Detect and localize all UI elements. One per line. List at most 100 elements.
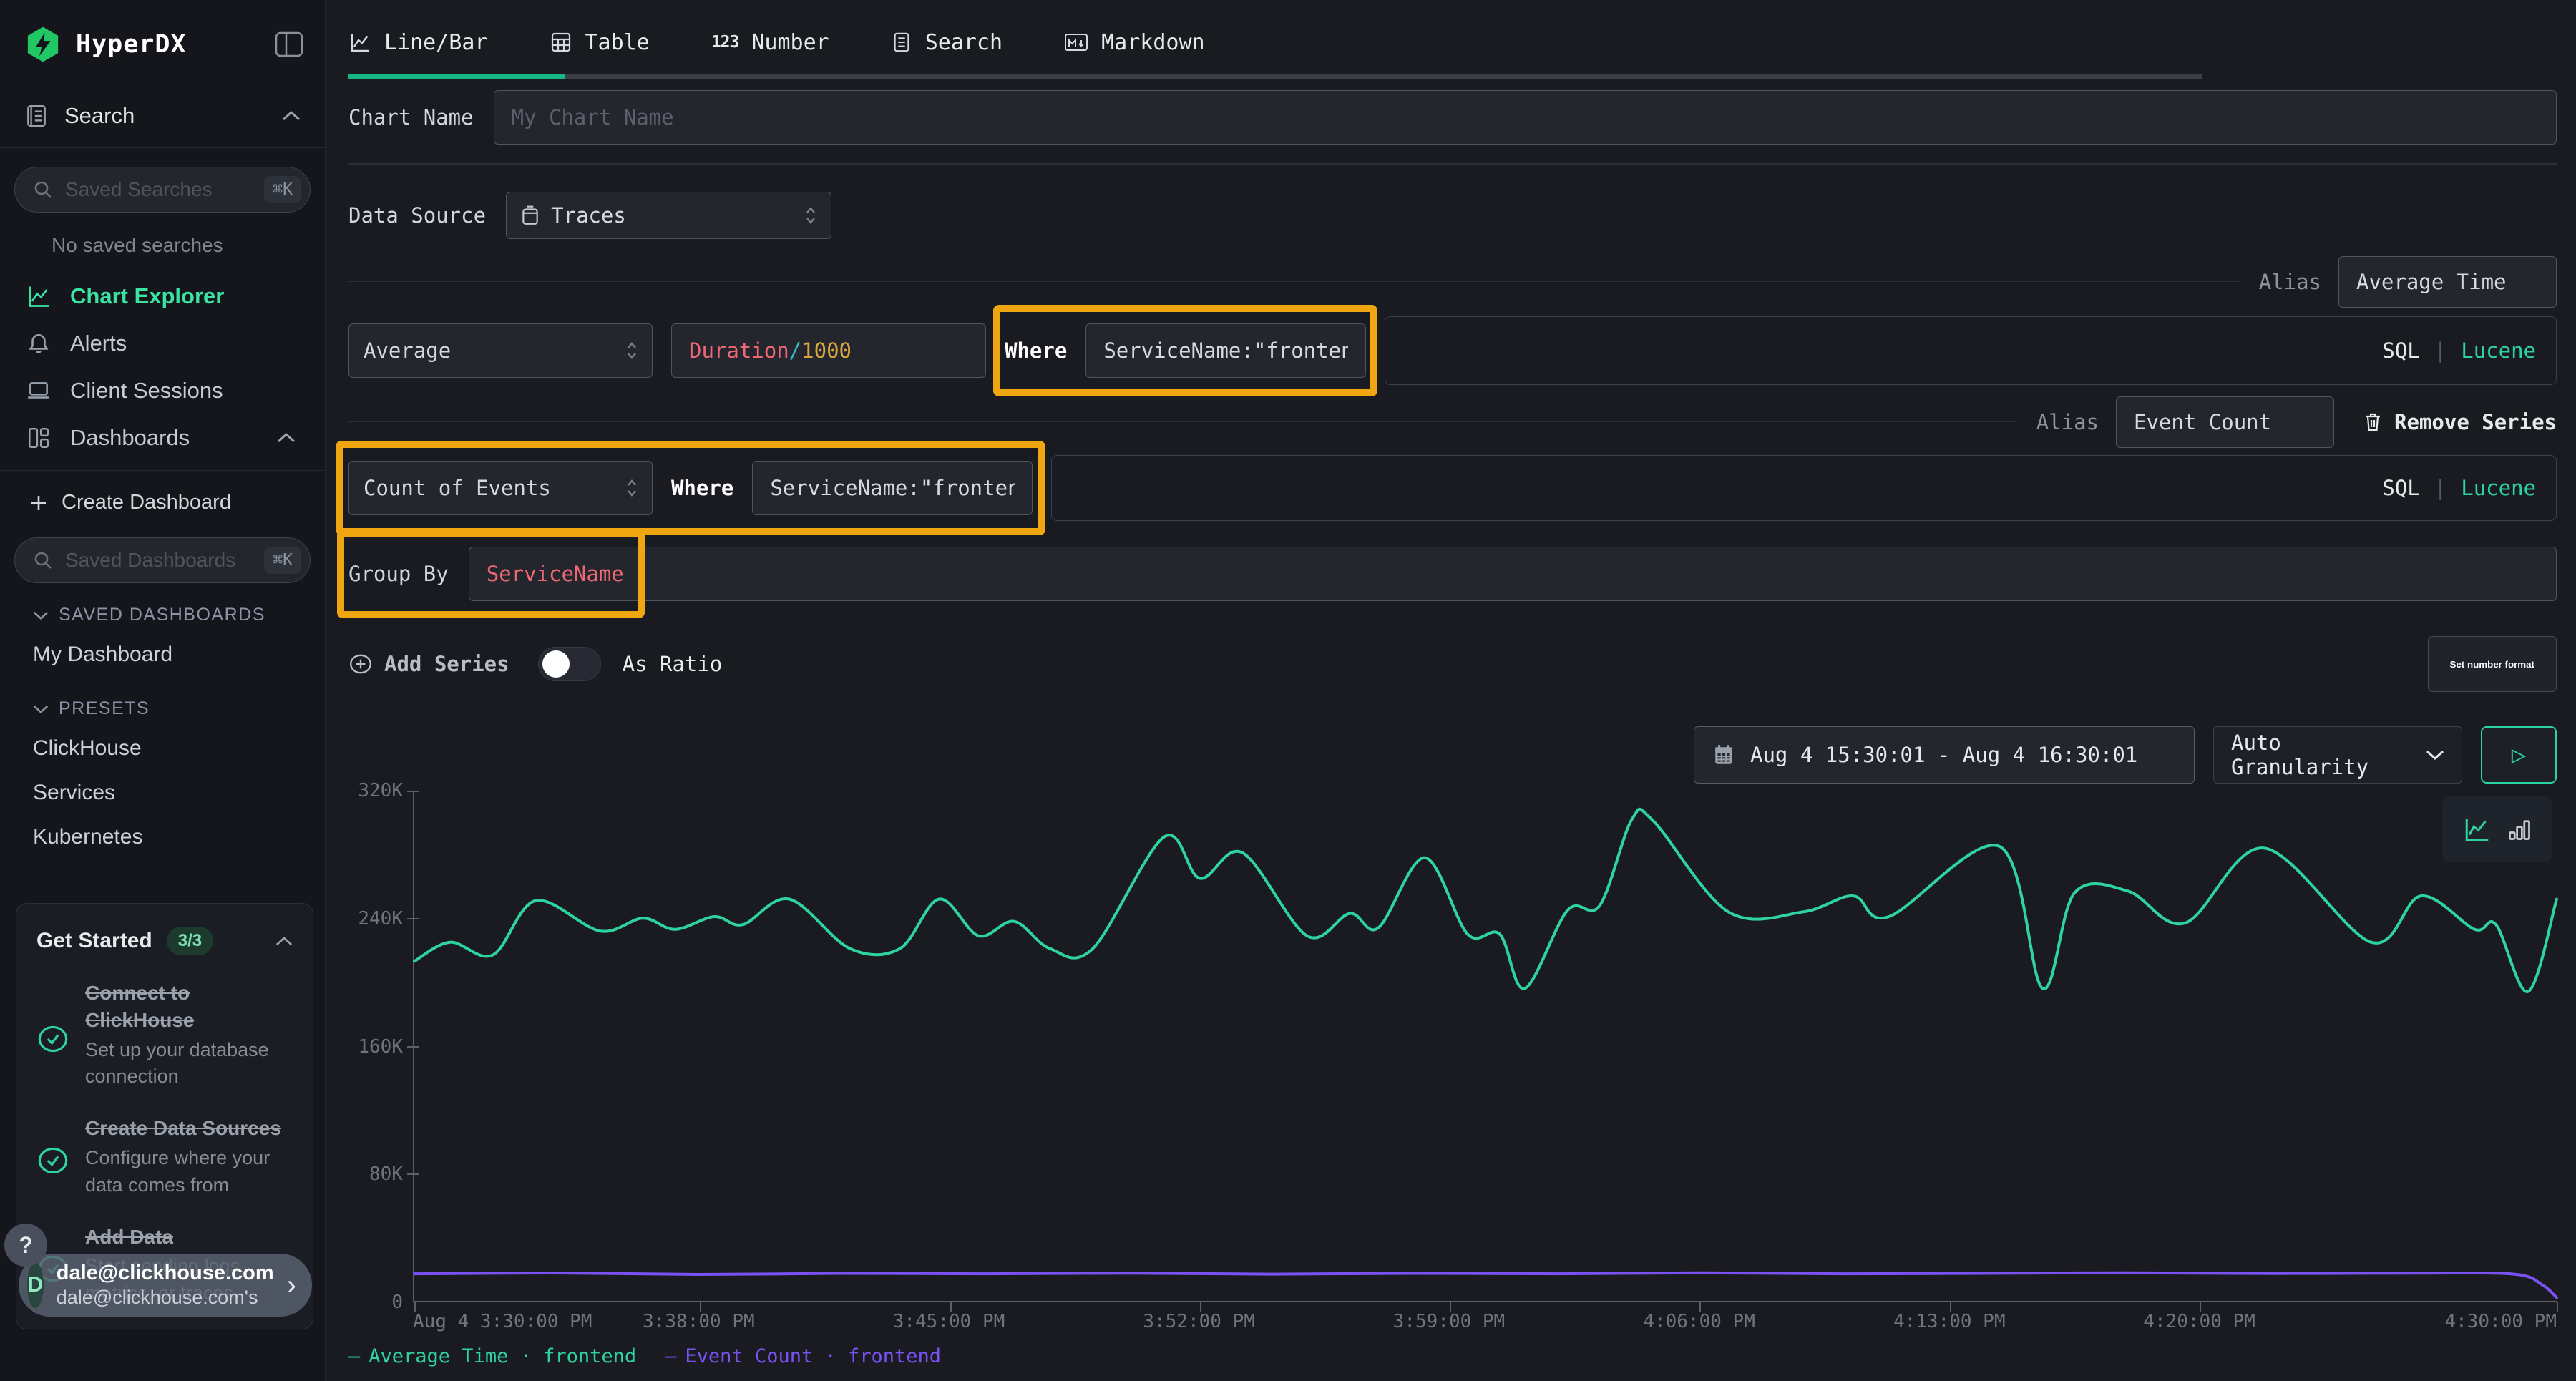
saved-searches-field[interactable] — [65, 178, 253, 201]
series1-query-editor[interactable]: SQL | Lucene — [1385, 316, 2557, 385]
alias-label: Alias — [2036, 410, 2099, 434]
date-range-picker[interactable]: Aug 4 15:30:01 - Aug 4 16:30:01 — [1694, 726, 2195, 784]
sidebar-item-kubernetes[interactable]: Kubernetes — [0, 815, 325, 859]
data-source-row: Data Source Traces — [348, 192, 2557, 239]
bar-chart-icon[interactable] — [2507, 816, 2532, 842]
as-ratio-toggle[interactable] — [538, 647, 601, 681]
series2-alias-input[interactable] — [2116, 396, 2334, 448]
add-series-button[interactable]: Add Series — [348, 652, 509, 676]
sidebar-item-dashboards[interactable]: Dashboards — [0, 414, 325, 462]
user-menu[interactable]: D dale@clickhouse.com dale@clickhouse.co… — [19, 1254, 312, 1317]
x-tick-label: 3:59:00 PM — [1393, 1311, 1506, 1332]
line-chart-icon[interactable] — [2462, 815, 2491, 844]
help-button[interactable]: ? — [4, 1224, 47, 1267]
divider — [348, 421, 2016, 423]
get-started-item-title: Add Data — [85, 1226, 173, 1248]
where-label: Where — [671, 476, 733, 500]
sidebar-item-label: Client Sessions — [70, 378, 223, 404]
series1-alias-field[interactable] — [2356, 270, 2539, 294]
tab-label: Search — [925, 30, 1002, 55]
sidebar-item-label: Chart Explorer — [70, 283, 224, 309]
create-dashboard-label: Create Dashboard — [62, 491, 231, 514]
get-started-item[interactable]: Create Data SourcesConfigure where your … — [36, 1115, 293, 1199]
series1-row: Average Duration/1000 Where SQL | Lucene — [348, 316, 2557, 385]
sidebar-section-search[interactable]: Search — [0, 82, 325, 148]
get-started-item-desc: Set up your database connection — [85, 1037, 293, 1091]
series2-where-field[interactable] — [770, 476, 1015, 500]
legend-item-event-count[interactable]: — Event Count · frontend — [665, 1345, 941, 1367]
create-dashboard-button[interactable]: Create Dashboard — [0, 471, 325, 519]
series1-alias-input[interactable] — [2338, 256, 2557, 308]
legend-label: Average Time · frontend — [369, 1345, 636, 1367]
divider — [348, 281, 2239, 283]
chart-name-field[interactable] — [512, 105, 2539, 130]
lucene-mode-button[interactable]: Lucene — [2461, 476, 2536, 500]
sidebar-collapse-icon[interactable] — [275, 31, 303, 57]
saved-searches-input[interactable]: ⌘K — [14, 167, 311, 213]
sidebar-item-chart-explorer[interactable]: Chart Explorer — [0, 273, 325, 320]
tab-number[interactable]: 123 Number — [711, 30, 829, 55]
lucene-mode-button[interactable]: Lucene — [2461, 338, 2536, 363]
journal-icon — [24, 104, 49, 128]
group-by-input[interactable]: ServiceName — [469, 547, 2557, 601]
series2-alias-field[interactable] — [2134, 410, 2316, 434]
sql-mode-button[interactable]: SQL — [2382, 338, 2419, 363]
series2-aggregation-select[interactable]: Count of Events — [348, 461, 653, 515]
sidebar-item-my-dashboard[interactable]: My Dashboard — [0, 633, 325, 677]
run-query-button[interactable]: ▷ — [2481, 726, 2557, 784]
chart-svg — [414, 791, 2557, 1301]
saved-dashboards-field[interactable] — [65, 549, 253, 572]
presets-header[interactable]: PRESETS — [0, 677, 325, 726]
x-tick — [2557, 1302, 2558, 1312]
get-started-item[interactable]: Connect to ClickHouseSet up your databas… — [36, 980, 293, 1090]
saved-dashboards-input[interactable]: ⌘K — [14, 537, 311, 583]
series1-where-input[interactable] — [1085, 323, 1366, 378]
series1-where-field[interactable] — [1103, 338, 1348, 363]
series1-aggregation-select[interactable]: Average — [348, 323, 653, 378]
saved-dashboards-shortcut: ⌘K — [264, 547, 301, 574]
plot-area — [413, 791, 2557, 1302]
legend-dash: — — [665, 1345, 676, 1367]
chart-name-input[interactable] — [494, 90, 2557, 145]
series-line-event-count — [414, 1273, 2557, 1298]
saved-searches-shortcut: ⌘K — [264, 176, 301, 203]
tab-label: Line/Bar — [384, 30, 488, 55]
trash-icon — [2363, 411, 2383, 433]
chevron-down-icon — [33, 610, 49, 620]
chart-card: 320K 240K 160K 80K 0 — [348, 791, 2557, 1367]
x-tick-label: 4:20:00 PM — [2143, 1311, 2255, 1332]
tab-line-bar[interactable]: Line/Bar — [348, 30, 488, 55]
sidebar-item-alerts[interactable]: Alerts — [0, 320, 325, 367]
series2-query-editor[interactable]: SQL | Lucene — [1051, 455, 2557, 521]
denominator-token: 1000 — [801, 338, 852, 363]
sidebar-item-services[interactable]: Services — [0, 771, 325, 815]
y-tick-label: 240K — [358, 908, 403, 929]
tab-table[interactable]: Table — [550, 30, 650, 55]
field-token: Duration — [689, 338, 789, 363]
data-source-select[interactable]: Traces — [506, 192, 831, 239]
set-number-format-button[interactable]: Set number format — [2428, 636, 2557, 692]
series2-where-input[interactable] — [752, 461, 1033, 515]
remove-series-button[interactable]: Remove Series — [2363, 410, 2557, 434]
get-started-header[interactable]: Get Started 3/3 — [36, 927, 293, 955]
y-axis-labels: 320K 240K 160K 80K 0 — [348, 791, 413, 1302]
sql-mode-button[interactable]: SQL — [2382, 476, 2419, 500]
tab-search[interactable]: Search — [891, 30, 1002, 55]
tab-markdown[interactable]: Markdown — [1064, 30, 1205, 55]
series1-where-group: Where — [1005, 323, 1366, 378]
divider — [348, 623, 2557, 624]
granularity-select[interactable]: Auto Granularity — [2213, 726, 2462, 784]
user-email: dale@clickhouse.com — [57, 1261, 274, 1286]
sidebar-item-client-sessions[interactable]: Client Sessions — [0, 367, 325, 414]
series2-where-group: Count of Events Where — [348, 461, 1033, 515]
series-actions-row: Add Series As Ratio Set number format — [348, 635, 2557, 693]
granularity-value: Auto Granularity — [2231, 731, 2426, 779]
saved-dashboards-header[interactable]: SAVED DASHBOARDS — [0, 583, 325, 633]
journal-icon — [891, 31, 912, 54]
series1-field-input[interactable]: Duration/1000 — [671, 323, 986, 378]
x-tick-label: 4:06:00 PM — [1643, 1311, 1755, 1332]
date-range-value: Aug 4 15:30:01 - Aug 4 16:30:01 — [1750, 743, 2137, 767]
app-title: HyperDX — [76, 30, 187, 59]
sidebar-item-clickhouse[interactable]: ClickHouse — [0, 726, 325, 771]
legend-item-average-time[interactable]: — Average Time · frontend — [348, 1345, 636, 1367]
